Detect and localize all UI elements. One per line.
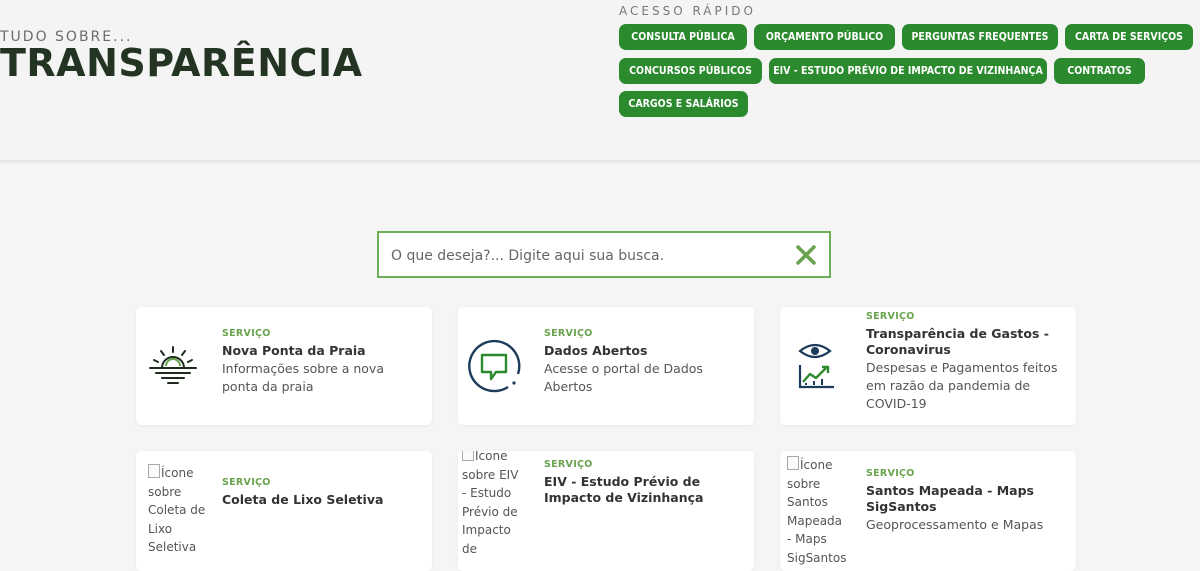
header: TUDO SOBRE... TRANSPARÊNCIA ACESSO RÁPID…: [0, 0, 1200, 161]
card-description: Acesse o portal de Dados Abertos: [544, 361, 703, 394]
quick-link-perguntas-frequentes[interactable]: PERGUNTAS FREQUENTES: [902, 24, 1058, 50]
card-tag: SERVIÇO: [544, 459, 593, 470]
service-card-nova-ponta-da-praia[interactable]: SERVIÇO Nova Ponta da Praia Informações …: [136, 307, 432, 425]
quick-access-label: ACESSO RÁPIDO: [619, 4, 756, 18]
card-tag: SERVIÇO: [222, 477, 271, 488]
card-title: Coleta de Lixo Seletiva: [222, 492, 384, 507]
card-title: Transparência de Gastos - Coronavirus: [866, 326, 1049, 357]
broken-image-icon: Ícone sobre Coleta de Lixo Seletiva: [148, 464, 206, 554]
search-box: [377, 231, 831, 278]
close-x-icon[interactable]: [793, 242, 819, 268]
eye-chart-icon: [798, 343, 834, 389]
page-title: TRANSPARÊNCIA: [0, 41, 363, 85]
card-title: Dados Abertos: [544, 343, 648, 358]
card-description: Despesas e Pagamentos feitos em razão da…: [866, 360, 1058, 411]
service-card-dados-abertos[interactable]: SERVIÇO Dados Abertos Acesse o portal de…: [458, 307, 754, 425]
quick-link-eiv[interactable]: EIV - ESTUDO PRÉVIO DE IMPACTO DE VIZINH…: [769, 58, 1047, 84]
card-tag: SERVIÇO: [544, 328, 593, 339]
quick-link-carta-de-servicos[interactable]: CARTA DE SERVIÇOS: [1065, 24, 1193, 50]
card-description: Geoprocessamento e Mapas: [866, 517, 1044, 532]
quick-link-cargos-e-salarios[interactable]: CARGOS E SALÁRIOS: [619, 91, 748, 117]
card-tag: SERVIÇO: [866, 311, 915, 322]
chat-bubble-icon: [468, 339, 521, 393]
quick-link-concursos-publicos[interactable]: CONCURSOS PÚBLICOS: [619, 58, 762, 84]
broken-image-icon: Ícone sobre Santos Mapeada - Maps SigSan…: [787, 456, 847, 565]
quick-link-orcamento-publico[interactable]: ORÇAMENTO PÚBLICO: [754, 24, 895, 50]
sunset-icon: [149, 346, 197, 384]
quick-link-consulta-publica[interactable]: CONSULTA PÚBLICA: [619, 24, 747, 50]
service-card-eiv[interactable]: Ícone sobre EIV - Estudo Prévio de Impac…: [458, 451, 754, 571]
card-tag: SERVIÇO: [866, 468, 915, 479]
card-description: Informações sobre a nova ponta da praia: [222, 361, 384, 394]
quick-link-contratos[interactable]: CONTRATOS: [1054, 58, 1145, 84]
service-card-santos-mapeada[interactable]: Ícone sobre Santos Mapeada - Maps SigSan…: [780, 451, 1076, 571]
card-title: Nova Ponta da Praia: [222, 343, 366, 358]
service-card-transparencia-coronavirus[interactable]: SERVIÇO Transparência de Gastos - Corona…: [780, 307, 1076, 425]
card-title: Santos Mapeada - Maps SigSantos: [866, 483, 1034, 514]
search-input[interactable]: [389, 241, 783, 271]
service-card-coleta-de-lixo[interactable]: Ícone sobre Coleta de Lixo Seletiva SERV…: [136, 451, 432, 571]
card-tag: SERVIÇO: [222, 328, 271, 339]
broken-image-icon: Ícone sobre EIV - Estudo Prévio de Impac…: [462, 451, 524, 558]
card-title: EIV - Estudo Prévio de Impacto de Vizinh…: [544, 474, 704, 505]
